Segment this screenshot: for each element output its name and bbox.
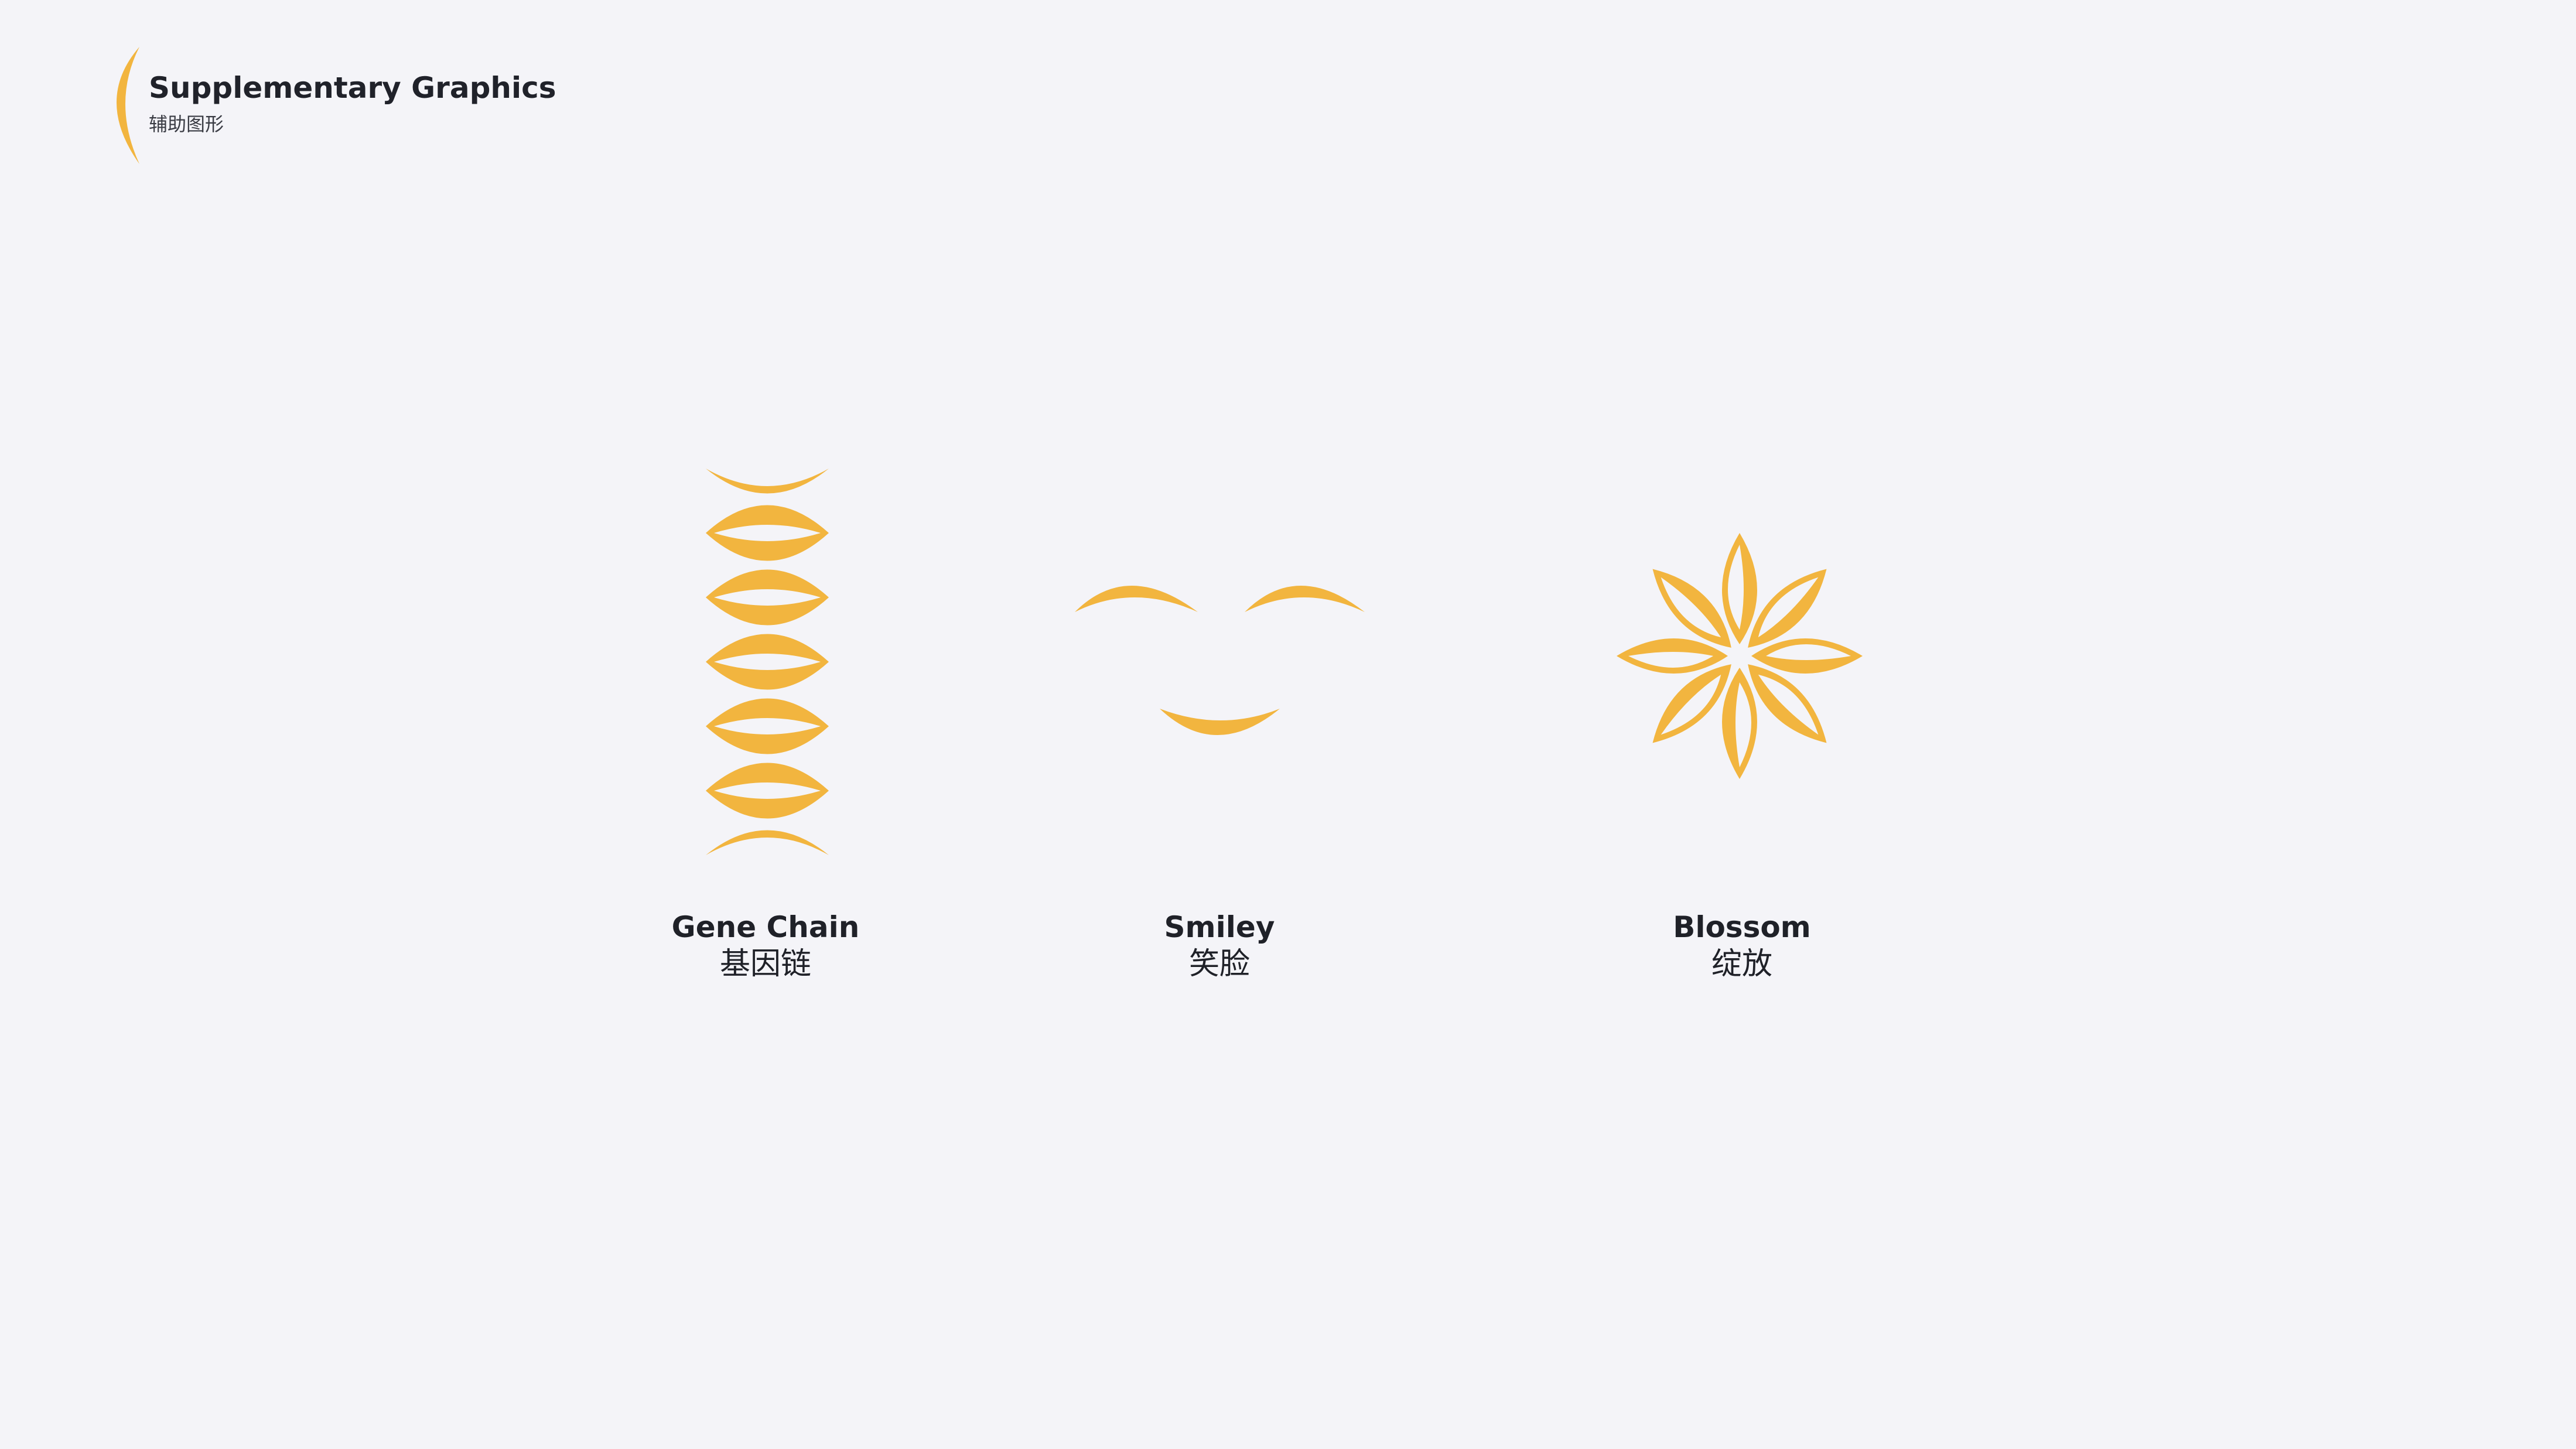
- smiley-icon: [1075, 586, 1365, 735]
- smiley-right-eye: [1245, 586, 1365, 612]
- smiley-mouth: [1160, 709, 1280, 735]
- gene-chain-link: [706, 569, 829, 626]
- gene-chain-link: [706, 634, 829, 690]
- blossom-petal: [1722, 533, 1757, 644]
- blossom-label: Blossom: [1673, 910, 1811, 944]
- blossom-petal: [1751, 638, 1863, 674]
- smiley-label: Smiley: [1164, 910, 1275, 944]
- gene-chain-link: [706, 505, 829, 561]
- blossom-icon: [1617, 533, 1863, 779]
- crescent-mark-icon: [117, 47, 139, 164]
- gene-chain-icon: [706, 469, 829, 855]
- page-subtitle: 辅助图形: [149, 113, 224, 135]
- gene-chain-cap-bottom: [706, 830, 829, 855]
- gene-chain-link: [706, 763, 829, 819]
- blossom-petal: [1617, 638, 1728, 674]
- smiley-label-cn: 笑脸: [1188, 946, 1250, 982]
- gene-chain-link: [706, 698, 829, 754]
- page-title: Supplementary Graphics: [149, 71, 556, 105]
- gene-chain-label-cn: 基因链: [719, 946, 811, 982]
- gene-chain-cap-top: [706, 469, 829, 494]
- smiley-left-eye: [1075, 586, 1198, 612]
- blossom-petal: [1722, 668, 1757, 779]
- gene-chain-label: Gene Chain: [671, 910, 860, 944]
- blossom-label-cn: 绽放: [1711, 946, 1772, 982]
